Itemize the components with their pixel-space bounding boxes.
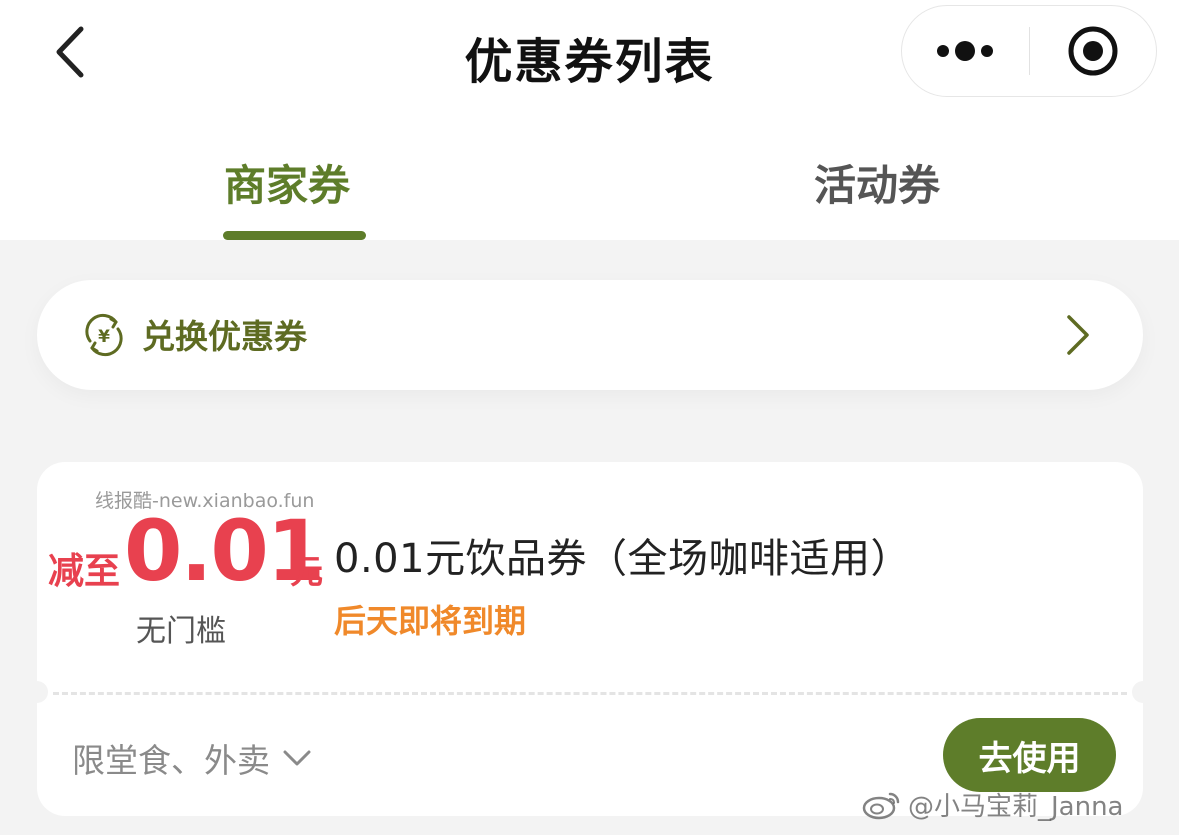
watermark-handle: @小马宝莉_Janna <box>908 792 1124 822</box>
weibo-watermark: @小马宝莉_Janna <box>862 786 1124 823</box>
redeem-coupon-label: 兑换优惠券 <box>142 317 307 356</box>
use-coupon-button[interactable]: 去使用 <box>943 718 1116 792</box>
redeem-coupon-row[interactable]: ¥ 兑换优惠券 <box>37 280 1143 390</box>
chevron-right-icon <box>1067 315 1089 355</box>
amount-prefix: 减至 <box>48 551 121 592</box>
expire-notice: 后天即将到期 <box>334 602 527 640</box>
top-nav-bar: 优惠券列表 <box>0 0 1179 112</box>
active-tab-indicator <box>223 231 366 240</box>
weibo-icon <box>862 792 900 819</box>
yuan-exchange-icon: ¥ <box>85 313 123 357</box>
coupon-tabs: 商家券 活动券 <box>0 112 1179 240</box>
usage-scope-label: 限堂食、外卖 <box>72 741 270 780</box>
svg-text:¥: ¥ <box>98 327 110 347</box>
amount-unit: 元 <box>290 552 323 591</box>
more-dots-icon <box>937 41 994 61</box>
coupon-title: 0.01元饮品券（全场咖啡适用） <box>334 536 912 582</box>
usage-scope-toggle[interactable]: 限堂食、外卖 <box>72 734 312 782</box>
chevron-down-icon <box>283 750 311 766</box>
mini-program-capsule <box>901 5 1157 97</box>
card-notch-left <box>26 681 48 703</box>
tab-merchant-coupons[interactable]: 商家券 <box>224 152 350 213</box>
card-notch-right <box>1132 681 1154 703</box>
close-button[interactable] <box>1030 6 1157 96</box>
tab-activity-coupons[interactable]: 活动券 <box>814 152 940 213</box>
record-close-icon <box>1068 26 1118 76</box>
threshold-label: 无门槛 <box>136 614 226 649</box>
more-button[interactable] <box>902 6 1029 96</box>
perforation-divider <box>53 692 1127 695</box>
